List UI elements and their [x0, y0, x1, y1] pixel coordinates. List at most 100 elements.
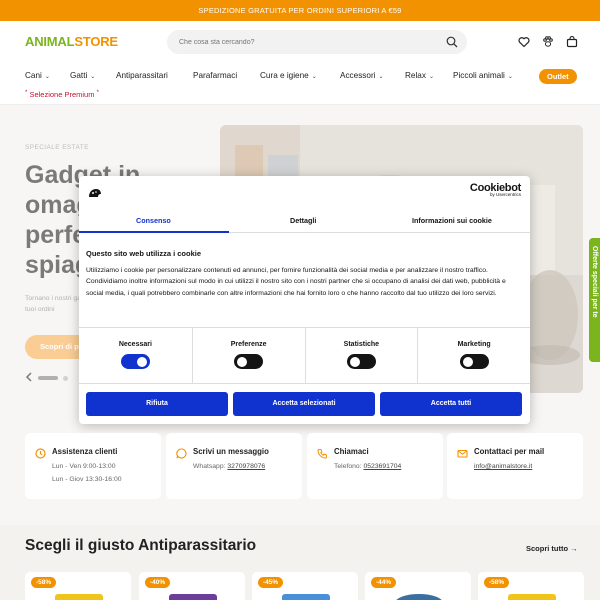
nav-label: Cura e igiene	[260, 71, 309, 80]
special-offers-label: Offerte speciali per te	[591, 246, 598, 318]
active-tab-indicator	[79, 231, 229, 233]
toggle-label: Preferenze	[230, 341, 267, 348]
toggle-knob	[136, 356, 147, 367]
tab-consenso[interactable]: Consenso	[136, 216, 171, 225]
see-all-link[interactable]: Scopri tutto →	[526, 544, 578, 553]
search-input[interactable]	[179, 35, 429, 49]
discount-badge: -40%	[145, 577, 171, 588]
star-mark: *	[25, 90, 28, 96]
preferenze-toggle[interactable]	[234, 354, 264, 369]
cookie-toggles: Necessari Preferenze Statistiche Marketi…	[79, 328, 530, 384]
nav-label: Gatti	[70, 71, 88, 80]
phone-link[interactable]: 0523691704	[363, 463, 401, 470]
whatsapp-link[interactable]: 3270978076	[227, 463, 265, 470]
tab-informazioni[interactable]: Informazioni sui cookie	[412, 216, 492, 225]
whatsapp-icon	[176, 446, 187, 464]
nav-item-piccoli-animali[interactable]: Piccoli animali ⌄	[453, 71, 513, 80]
clock-icon	[35, 446, 46, 464]
toggle-group-marketing: Marketing	[417, 328, 530, 384]
site-header: ANIMALSTORE	[0, 21, 600, 63]
heart-icon[interactable]	[518, 35, 530, 53]
chevron-down-icon: ⌄	[311, 74, 317, 80]
contact-whatsapp-line: Whatsapp: 3270978076	[193, 463, 265, 470]
cookie-heading: Questo sito web utilizza i cookie	[86, 249, 202, 258]
main-nav: Cani ⌄ Gatti ⌄ Antiparassitari Parafarmaci…	[0, 63, 600, 105]
toggle-label: Statistiche	[343, 341, 380, 348]
toggle-knob	[462, 356, 473, 367]
statistiche-toggle[interactable]	[346, 354, 376, 369]
product-image	[395, 594, 443, 600]
chevron-down-icon: ⌄	[507, 74, 513, 80]
contact-mail-line: info@animalstore.it	[474, 463, 532, 470]
accept-all-button[interactable]: Accetta tutti	[380, 392, 522, 416]
contact-card-telefono: Chiamaci Telefono: 0523691704	[307, 433, 443, 499]
paw-icon[interactable]	[542, 35, 554, 53]
nav-label: Cani	[25, 71, 42, 80]
nav-item-parafarmaci[interactable]: Parafarmaci	[193, 71, 237, 80]
contact-hours: Lun - Ven 9:00-13:00	[52, 463, 116, 470]
toggle-group-preferenze: Preferenze	[191, 328, 305, 384]
header-actions	[518, 35, 578, 53]
product-image	[282, 594, 330, 600]
mail-icon	[457, 446, 468, 464]
nav-label: Antiparassitari	[116, 71, 168, 80]
discount-badge: -58%	[31, 577, 57, 588]
star-mark: *	[96, 90, 99, 96]
contact-card-assistenza: Assistenza clienti Lun - Ven 9:00-13:00 …	[25, 433, 161, 499]
nav-label: Parafarmaci	[193, 71, 238, 80]
discount-badge: -58%	[484, 577, 510, 588]
toggle-knob	[237, 356, 248, 367]
mail-link[interactable]: info@animalstore.it	[474, 463, 532, 470]
nav-item-relax[interactable]: Relax ⌄	[405, 71, 434, 80]
search-icon[interactable]	[446, 35, 458, 53]
nav-label: Selezione Premium	[29, 90, 95, 99]
special-offers-tab[interactable]: Offerte speciali per te	[589, 238, 600, 362]
nav-item-cani[interactable]: Cani ⌄	[25, 71, 50, 80]
cart-icon[interactable]	[566, 35, 578, 53]
product-card[interactable]: -58%	[478, 572, 584, 600]
toggle-label: Marketing	[457, 341, 491, 348]
contact-title: Contattaci per mail	[474, 447, 545, 456]
cookie-body: Questo sito web utilizza i cookie Utiliz…	[86, 249, 523, 299]
contact-title: Assistenza clienti	[52, 447, 118, 456]
section-title: Scegli il giusto Antiparassitario	[25, 537, 257, 554]
cookie-tabs: Consenso Dettagli Informazioni sui cooki…	[79, 209, 530, 233]
nav-label: Accessori	[340, 71, 376, 80]
cookie-consent-dialog: Cookiebot by Usercentrics Consenso Detta…	[79, 176, 530, 424]
nav-item-selezione-premium[interactable]: * Selezione Premium *	[25, 90, 99, 99]
contact-card-mail: Contattaci per mail info@animalstore.it	[447, 433, 583, 499]
marketing-toggle[interactable]	[459, 354, 489, 369]
contact-cards: Assistenza clienti Lun - Ven 9:00-13:00 …	[25, 433, 583, 499]
product-card[interactable]: -40%	[139, 572, 245, 600]
nav-item-accessori[interactable]: Accessori ⌄	[340, 71, 384, 80]
tab-dettagli[interactable]: Dettagli	[290, 216, 316, 225]
toggle-group-necessari: Necessari	[79, 328, 192, 384]
outlet-button[interactable]: Outlet	[539, 69, 577, 84]
deny-button[interactable]: Rifiuta	[86, 392, 228, 416]
toggle-knob	[349, 356, 360, 367]
cookie-description: Utilizziamo i cookie per personalizzare …	[86, 267, 506, 297]
contact-card-whatsapp: Scrivi un messaggio Whatsapp: 3270978076	[166, 433, 302, 499]
nav-item-antiparassitari[interactable]: Antiparassitari	[116, 71, 168, 80]
product-card[interactable]: -45%	[252, 572, 358, 600]
contact-phone-line: Telefono: 0523691704	[334, 463, 401, 470]
contact-title: Chiamaci	[334, 447, 369, 456]
nav-item-cura-igiene[interactable]: Cura e igiene ⌄	[260, 71, 317, 80]
chevron-down-icon: ⌄	[428, 74, 434, 80]
phone-icon	[317, 446, 328, 464]
chevron-down-icon: ⌄	[44, 74, 50, 80]
logo-animal: ANIMAL	[25, 34, 75, 49]
contact-prefix: Whatsapp:	[193, 463, 228, 470]
necessari-toggle[interactable]	[120, 354, 150, 369]
toggle-label: Necessari	[118, 341, 152, 348]
search-bar	[167, 30, 467, 54]
accept-selected-button[interactable]: Accetta selezionati	[233, 392, 375, 416]
cookiebot-logo[interactable]: Cookiebot by Usercentrics	[470, 182, 521, 197]
shipping-banner: SPEDIZIONE GRATUITA PER ORDINI SUPERIORI…	[0, 0, 600, 21]
product-image	[169, 594, 217, 600]
product-card[interactable]: -58%	[25, 572, 131, 600]
site-logo[interactable]: ANIMALSTORE	[25, 34, 118, 49]
product-card[interactable]: -44%	[365, 572, 471, 600]
contact-hours: Lun - Giov 13:30-16:00	[52, 476, 122, 483]
nav-item-gatti[interactable]: Gatti ⌄	[70, 71, 95, 80]
